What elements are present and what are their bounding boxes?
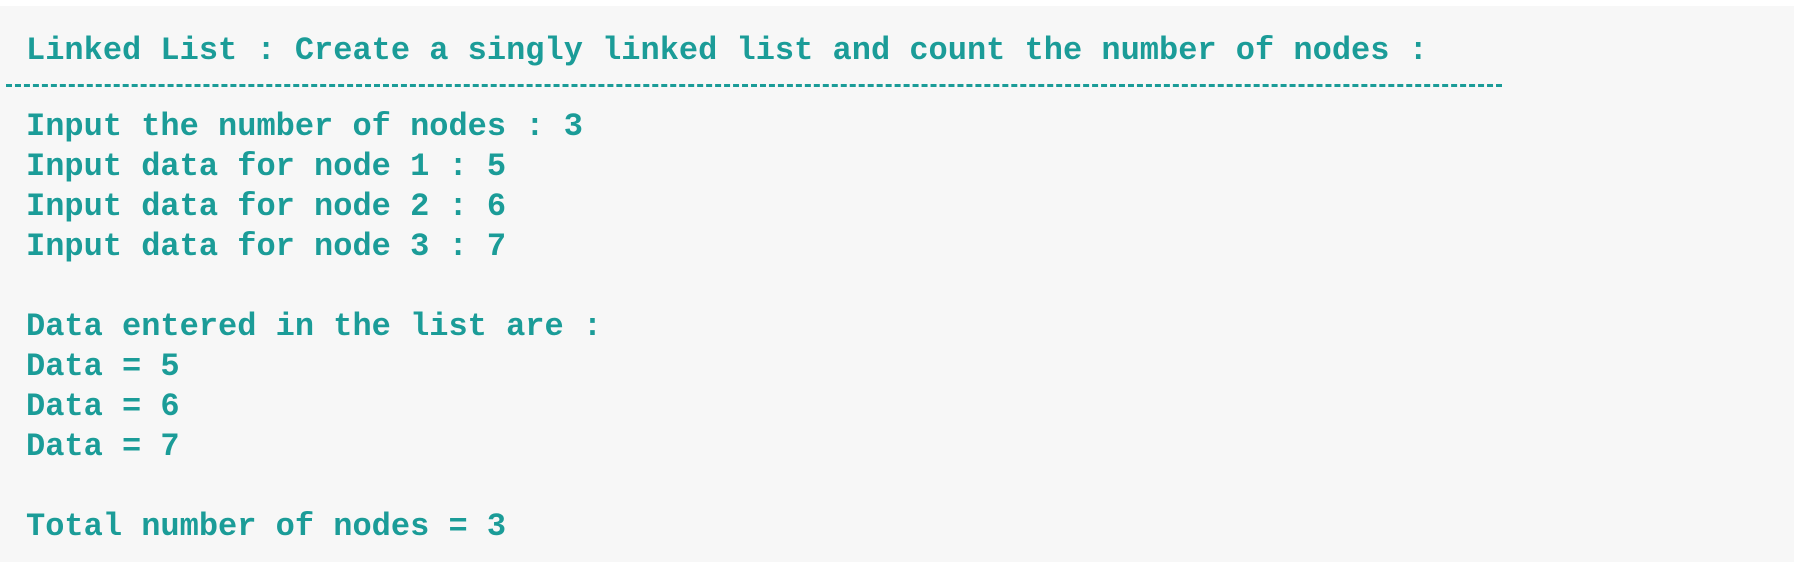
- input-prompt-node-1: Input data for node 1 : 5: [26, 148, 507, 185]
- data-line-2: Data = 6: [26, 388, 180, 425]
- program-title: Linked List : Create a singly linked lis…: [26, 32, 1428, 69]
- console-output: Linked List : Create a singly linked lis…: [0, 6, 1794, 562]
- input-prompt-node-count: Input the number of nodes : 3: [26, 108, 583, 145]
- input-prompt-node-3: Input data for node 3 : 7: [26, 228, 507, 265]
- separator-line: [6, 84, 1502, 87]
- data-line-3: Data = 7: [26, 428, 180, 465]
- total-nodes-line: Total number of nodes = 3: [26, 508, 507, 545]
- data-line-1: Data = 5: [26, 348, 180, 385]
- list-header: Data entered in the list are :: [26, 308, 603, 345]
- input-prompt-node-2: Input data for node 2 : 6: [26, 188, 507, 225]
